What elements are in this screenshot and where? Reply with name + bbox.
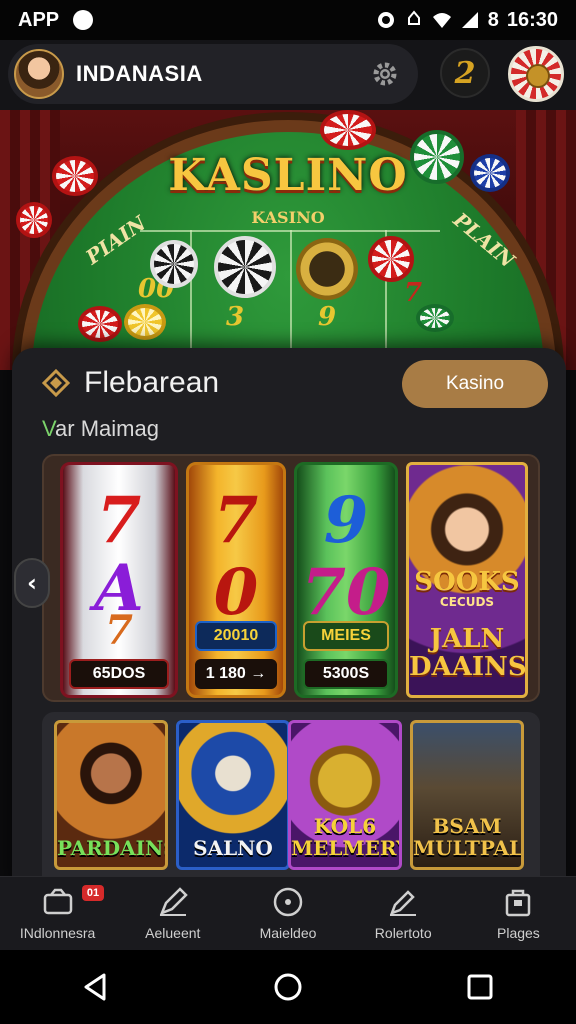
panel-header: Flebarean (42, 366, 219, 400)
game-title: SALNO (193, 836, 273, 860)
game-card[interactable]: PARDAINS (54, 720, 168, 870)
alarm-icon (377, 12, 394, 28)
panel-title: Flebarean (84, 366, 220, 399)
pen-icon (159, 887, 188, 916)
nav-badge: 01 (82, 885, 104, 901)
nav-label: Plages (497, 925, 540, 941)
roulette-icon[interactable] (508, 46, 564, 102)
wifi-icon (432, 13, 451, 28)
signal-icon (461, 12, 478, 28)
reel-symbol: 7 (213, 483, 259, 558)
reel-label: 1 180 → (195, 659, 277, 689)
content-panel: Flebarean Kasino Var Maimag 7 A 7 65DOS … (12, 348, 566, 888)
subtitle-prefix: V (42, 416, 56, 441)
slot-reel: 9 70 MEIES 5300S (294, 462, 398, 698)
game-card[interactable]: BSAM MULTPALIN (410, 720, 524, 870)
reel-symbol: 9 (323, 483, 369, 558)
bell-icon (407, 10, 420, 25)
felt-number: 9 (318, 302, 337, 332)
subtitle-text: ar Maimag (55, 416, 159, 441)
nav-item-media[interactable]: Maieldeo (230, 877, 345, 950)
level-badge[interactable]: 2 (440, 48, 490, 98)
battery-text: 8 (487, 8, 499, 31)
reel-label: MEIES (303, 621, 389, 651)
promo-tagline: JALN DAAINS (409, 624, 527, 682)
home-icon (43, 888, 72, 915)
casino-chip (150, 240, 198, 288)
casino-chip (52, 156, 98, 196)
nav-label: Aelueent (145, 925, 201, 941)
casino-chip (214, 236, 276, 298)
reel-symbol: 0 (213, 555, 259, 630)
game-title: PARDAINS (57, 836, 168, 860)
hero-subtitle: KASINO (251, 208, 325, 227)
panel-subtitle: Var Maimag (42, 416, 159, 442)
status-time: 16:30 (506, 8, 558, 31)
game-card[interactable]: SALNO (176, 720, 290, 870)
hero-banner: KASLINO KASINO PIAIN PLAIN 00 3 9 7 (0, 110, 576, 370)
nav-item-pages[interactable]: Plages (461, 877, 576, 950)
promo-card[interactable]: SOOKS CECUDS JALN DAAINS (406, 462, 528, 698)
home-button-icon[interactable] (272, 971, 304, 1003)
disc-icon (273, 887, 303, 917)
casino-chip (296, 238, 358, 300)
casino-chip (78, 306, 122, 342)
reel-symbol: 70 (301, 555, 391, 630)
felt-number: 7 (404, 278, 423, 308)
slot-reel: 7 0 20010 1 180 → (186, 462, 286, 698)
casino-chip (16, 202, 52, 238)
promo-title: SOOKS (414, 567, 520, 597)
casino-chip (124, 304, 166, 340)
avatar[interactable] (14, 49, 64, 99)
game-card[interactable]: KOL6 MELMERY (288, 720, 402, 870)
reel-label: 5300S (303, 659, 389, 689)
nav-item-home[interactable]: 01 INdlonnesra (0, 877, 115, 950)
nav-item-results[interactable]: Rolertoto (346, 877, 461, 950)
carousel-prev-button[interactable]: ‹ (14, 558, 50, 608)
status-bar: APP 8 16:30 (0, 0, 576, 40)
slot-machine[interactable]: 7 A 7 65DOS 7 0 20010 1 180 → 9 70 MEIES… (42, 454, 540, 702)
casino-chip (416, 304, 454, 332)
casino-chip (410, 130, 464, 184)
back-icon[interactable] (80, 971, 112, 1003)
reel-label: 20010 (195, 621, 277, 651)
system-nav-bar (0, 950, 576, 1024)
edit-icon (390, 890, 417, 916)
promo-subtitle: CECUDS (439, 595, 495, 609)
reel-symbol: 7 (96, 483, 142, 558)
casino-chip (320, 110, 376, 150)
nav-label: Maieldeo (259, 925, 317, 941)
app-header: INDANASIA 2 (0, 40, 576, 110)
casino-chip (368, 236, 414, 282)
notification-icon (73, 10, 94, 30)
slot-reel: 7 A 7 65DOS (60, 462, 178, 698)
kasino-button[interactable]: Kasino (402, 360, 548, 408)
nav-label: Rolertoto (374, 925, 432, 941)
bag-icon (506, 889, 531, 917)
profile-pill[interactable]: INDANASIA (8, 44, 418, 104)
app-name: INDANASIA (76, 61, 203, 86)
bottom-nav: 01 INdlonnesra Aelueent Maieldeo Rolerto… (0, 876, 576, 950)
gear-icon[interactable] (372, 61, 398, 87)
casino-chip (470, 154, 510, 192)
reel-label: 65DOS (69, 659, 169, 689)
app-screen: APP 8 16:30 INDANASIA 2 KASLINO KASINO P… (0, 0, 576, 1024)
reel-symbol: 7 (105, 607, 133, 654)
status-carrier: APP (18, 8, 60, 31)
game-title: KOL6 MELMERY (291, 814, 402, 860)
nav-item-account[interactable]: Aelueent (115, 877, 230, 950)
diamond-icon (42, 369, 70, 397)
recents-icon[interactable] (464, 971, 496, 1003)
chevron-left-icon: ‹ (27, 569, 37, 597)
game-title: BSAM MULTPALIN (413, 814, 524, 860)
nav-label: INdlonnesra (19, 925, 96, 941)
felt-number: 3 (226, 302, 245, 332)
games-row: PARDAINS SALNO KOL6 MELMERY BSAM MULTPAL… (42, 712, 540, 888)
